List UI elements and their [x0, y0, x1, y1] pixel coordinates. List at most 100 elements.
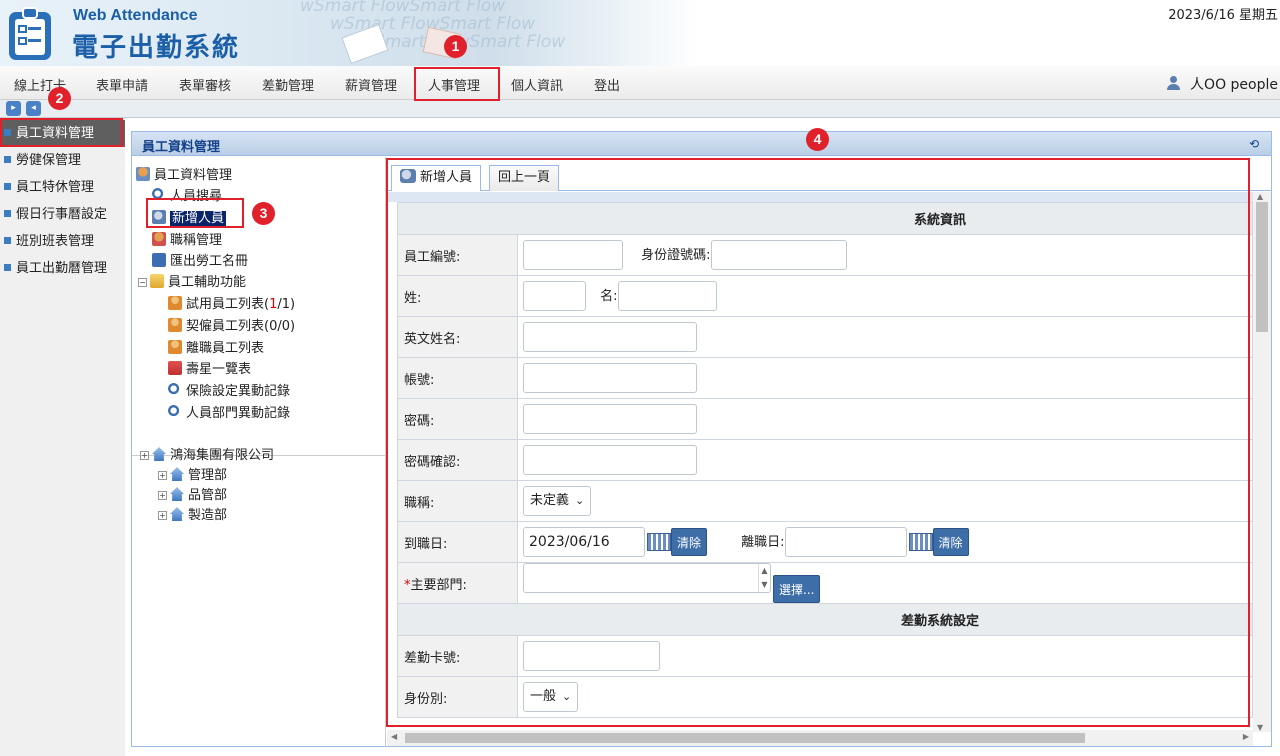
main-dept-input[interactable]: ▲ ▼: [523, 563, 771, 594]
tree-item-dept[interactable]: + 品管部: [158, 484, 227, 503]
refresh-icon[interactable]: ⟲: [1247, 137, 1261, 151]
tab-back[interactable]: 回上一頁: [489, 165, 560, 191]
menu-item-payroll[interactable]: 薪資管理: [345, 75, 397, 94]
sidebar-item-shift[interactable]: 班別班表管理: [0, 228, 125, 255]
bullet-icon: [4, 264, 11, 271]
main-dept-label-text: 主要部門:: [410, 577, 467, 593]
tab-add-employee[interactable]: 新增人員: [391, 165, 482, 191]
clear-hire-date-button[interactable]: 清除: [671, 528, 708, 556]
tree-label: 品管部: [188, 488, 228, 503]
id-no-label: 身份證號碼:: [641, 247, 711, 263]
tree-item-dept[interactable]: + 管理部: [158, 464, 227, 483]
account-input[interactable]: [523, 363, 697, 393]
choose-dept-button[interactable]: 選擇...: [773, 574, 821, 603]
tree-item-aux[interactable]: − 員工輔助功能: [138, 271, 246, 290]
scroll-right-icon[interactable]: ▶: [1243, 732, 1249, 741]
tree-label: 匯出勞工名冊: [170, 254, 249, 269]
main-dept-label: *主要部門:: [397, 562, 518, 604]
section-attendance: 差勤系統設定: [397, 603, 1253, 636]
person-icon: [168, 318, 182, 332]
tree-label: 壽星一覽表: [186, 362, 252, 377]
sidebar-item-insurance[interactable]: 勞健保管理: [0, 147, 125, 174]
tab-bar: 新增人員 回上一頁: [387, 157, 1271, 191]
expand-toggle-icon[interactable]: +: [158, 491, 167, 500]
menu-item-form-review[interactable]: 表單審核: [179, 75, 231, 94]
tree-item-export[interactable]: 匯出勞工名冊: [152, 250, 248, 269]
vertical-scrollbar[interactable]: ▲ ▼: [1253, 192, 1271, 732]
expand-toggle-icon[interactable]: +: [158, 511, 167, 520]
password-label: 密碼:: [397, 398, 518, 440]
hire-date-input[interactable]: 2023/06/16: [523, 527, 645, 557]
user-name: 人OO people: [1190, 77, 1278, 93]
tree-label: /1): [277, 297, 296, 312]
calendar-icon[interactable]: [647, 533, 671, 551]
sidebar-item-attendance-calendar[interactable]: 員工出勤曆管理: [0, 255, 125, 282]
expand-toggle-icon[interactable]: +: [140, 451, 149, 460]
sidebar-item-label: 勞健保管理: [16, 153, 82, 168]
tree-item-insurance-log[interactable]: 保險設定異動記錄: [168, 380, 290, 399]
collapse-icon[interactable]: ◂: [26, 101, 41, 116]
step-marker: 1: [444, 35, 467, 58]
id-no-input[interactable]: [710, 240, 847, 270]
scroll-up-icon[interactable]: ▲: [1257, 192, 1263, 201]
horizontal-scrollbar[interactable]: ◀ ▶: [387, 730, 1253, 746]
password-confirm-input[interactable]: [523, 445, 697, 475]
menu-item-logout[interactable]: 登出: [594, 75, 620, 94]
leave-date-input[interactable]: [784, 527, 907, 557]
en-name-label: 英文姓名:: [397, 316, 518, 358]
job-title-select[interactable]: 未定義 ⌄: [523, 486, 592, 516]
bullet-icon: [4, 156, 11, 163]
step-marker: 3: [252, 202, 275, 225]
scroll-down-icon[interactable]: ▼: [1257, 723, 1263, 732]
tree-item-company[interactable]: + 鴻海集團有限公司: [140, 444, 274, 463]
tool-strip: ▸ ◂: [0, 100, 1280, 118]
expand-toggle-icon[interactable]: +: [158, 471, 167, 480]
en-name-input[interactable]: [523, 322, 697, 352]
menu-item-personal[interactable]: 個人資訊: [511, 75, 563, 94]
tree-item-contract[interactable]: 契僱員工列表(0/0): [168, 315, 295, 334]
card-no-input[interactable]: [523, 641, 660, 671]
tree-label: 管理部: [188, 468, 228, 483]
scroll-thumb[interactable]: [1256, 202, 1268, 332]
tree-item-dept-log[interactable]: 人員部門異動記錄: [168, 402, 290, 421]
expand-icon[interactable]: ▸: [6, 101, 21, 116]
tree-label: 員工輔助功能: [168, 275, 247, 290]
tree-label: 契僱員工列表(0/0): [186, 319, 296, 334]
tree-label: 職稱管理: [170, 233, 223, 248]
search-icon: [168, 405, 182, 419]
menu-item-attendance[interactable]: 差勤管理: [262, 75, 314, 94]
last-name-input[interactable]: [523, 281, 586, 311]
tree-root[interactable]: 員工資料管理: [136, 164, 232, 183]
first-name-label: 名:: [600, 288, 618, 304]
tree-item-trial[interactable]: 試用員工列表(1/1): [168, 293, 295, 312]
identity-select[interactable]: 一般 ⌄: [523, 682, 579, 712]
emp-no-input[interactable]: [523, 240, 623, 270]
spinner-icon[interactable]: ▲ ▼: [758, 564, 770, 593]
clear-leave-date-button[interactable]: 清除: [932, 528, 969, 556]
tree-item-dept[interactable]: + 製造部: [158, 504, 227, 523]
scroll-thumb[interactable]: [405, 733, 1085, 743]
scroll-left-icon[interactable]: ◀: [391, 732, 397, 741]
sidebar-item-employee-data[interactable]: 員工資料管理: [0, 120, 125, 147]
sidebar-item-annual-leave[interactable]: 員工特休管理: [0, 174, 125, 201]
job-title-label: 職稱:: [397, 480, 518, 522]
menu-item-form-apply[interactable]: 表單申請: [96, 75, 148, 94]
sidebar-item-holiday-calendar[interactable]: 假日行事曆設定: [0, 201, 125, 228]
first-name-input[interactable]: [617, 281, 717, 311]
password-input[interactable]: [523, 404, 697, 434]
tree-item-birthday[interactable]: 壽星一覽表: [168, 358, 251, 377]
tree-item-add-employee[interactable]: 新增人員: [152, 207, 227, 226]
tree-item-roles[interactable]: 職稱管理: [152, 229, 222, 248]
tree-item-resigned[interactable]: 離職員工列表: [168, 337, 264, 356]
menu-item-hr[interactable]: 人事管理: [428, 75, 480, 94]
step-marker: 2: [48, 87, 71, 110]
chevron-down-icon: ⌄: [562, 690, 572, 703]
tree-item-search[interactable]: 人員搜尋: [152, 185, 222, 204]
user-menu[interactable]: 人OO people: [1166, 74, 1278, 94]
collapse-toggle-icon[interactable]: −: [138, 278, 147, 287]
calendar-icon[interactable]: [908, 533, 933, 551]
employee-data-panel: 員工資料管理 ⟲ 員工資料管理 人員搜尋 新增人員 職稱管理 匯出勞工名冊 − 員…: [131, 131, 1272, 747]
home-icon: [170, 487, 184, 501]
tree-label: 保險設定異動記錄: [186, 384, 291, 399]
bullet-icon: [4, 183, 11, 190]
